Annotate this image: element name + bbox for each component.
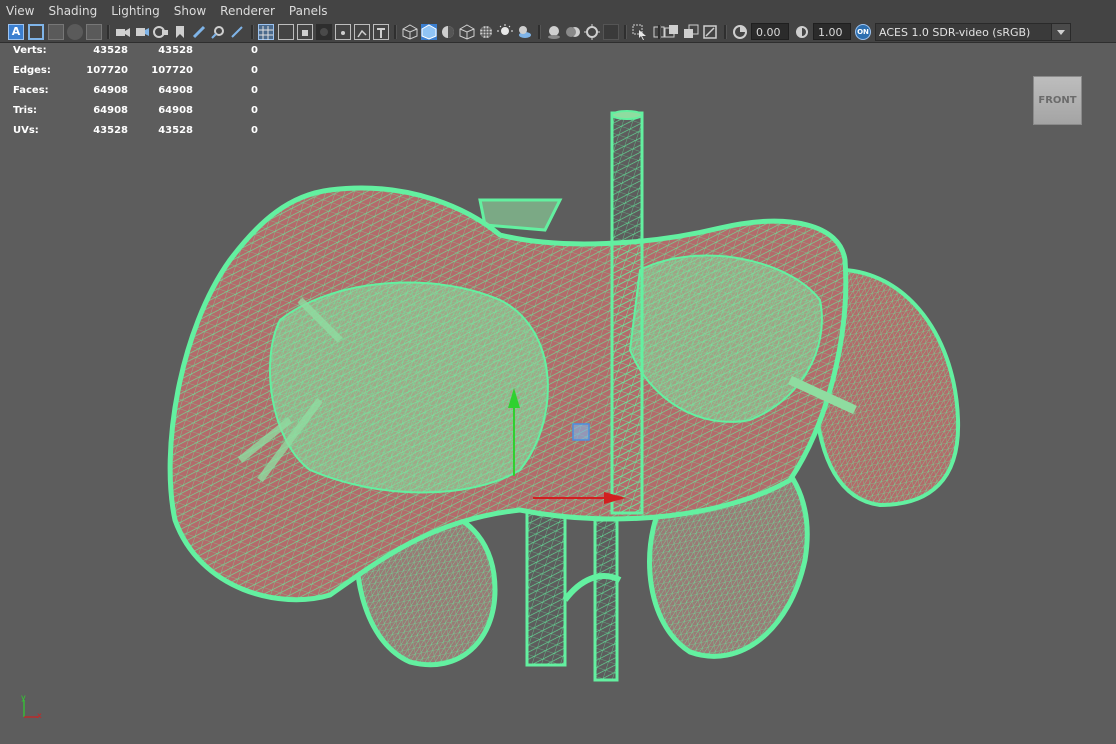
- hud-value: 0: [251, 125, 258, 136]
- color-management-icon[interactable]: ON: [855, 24, 871, 40]
- hud-row-edges: Edges: 107720 107720 0: [0, 62, 270, 82]
- select-camera-icon[interactable]: A: [8, 24, 24, 40]
- vena-cava-upper: [610, 110, 644, 515]
- 2d-pan-zoom-icon[interactable]: [86, 24, 102, 40]
- hud-value: 0: [251, 65, 258, 76]
- wireframe-on-shaded-icon[interactable]: [421, 24, 437, 40]
- camera-icon[interactable]: [115, 24, 131, 40]
- grease-pencil-icon[interactable]: [191, 24, 207, 40]
- field-chart-icon[interactable]: [335, 24, 351, 40]
- hud-value: 43528: [158, 45, 193, 56]
- gate-mask-icon[interactable]: [316, 24, 332, 40]
- resolution-gate-icon[interactable]: [297, 24, 313, 40]
- shadows-icon[interactable]: [516, 24, 532, 40]
- film-gate-toggle-icon[interactable]: [278, 24, 294, 40]
- safe-title-icon[interactable]: [373, 24, 389, 40]
- image-plane-icon[interactable]: [67, 24, 83, 40]
- default-material-icon[interactable]: [459, 24, 475, 40]
- pencil-icon[interactable]: [229, 24, 245, 40]
- hud-value: 43528: [93, 45, 128, 56]
- hud-label: Faces:: [13, 85, 49, 96]
- hud-value: 64908: [93, 105, 128, 116]
- hud-row-verts: Verts: 43528 43528 0: [0, 42, 270, 62]
- hud-row-faces: Faces: 64908 64908 0: [0, 82, 270, 102]
- grid-icon[interactable]: [258, 24, 274, 40]
- textured-icon[interactable]: [478, 24, 494, 40]
- camera-attributes-icon[interactable]: [28, 24, 44, 40]
- menu-lighting[interactable]: Lighting: [105, 0, 168, 22]
- motion-blur-icon[interactable]: [565, 24, 581, 40]
- view-transform-value: ACES 1.0 SDR-video (sRGB): [879, 26, 1031, 39]
- bookmark-icon[interactable]: [172, 24, 188, 40]
- xray-active-components-icon[interactable]: [664, 24, 680, 40]
- film-gate-icon[interactable]: [153, 24, 169, 40]
- xray-joints-icon[interactable]: [683, 24, 699, 40]
- hud-row-tris: Tris: 64908 64908 0: [0, 102, 270, 122]
- menu-show[interactable]: Show: [168, 0, 214, 22]
- hud-value: 43528: [158, 125, 193, 136]
- vena-cava-lower: [525, 508, 622, 682]
- view-cube[interactable]: FRONT: [1033, 76, 1082, 125]
- depth-of-field-icon[interactable]: [603, 24, 619, 40]
- viewport[interactable]: [0, 42, 1116, 744]
- hud-row-uvs: UVs: 43528 43528 0: [0, 122, 270, 142]
- axis-triad: [23, 700, 38, 718]
- pan-zoom-icon[interactable]: [210, 24, 226, 40]
- menu-view[interactable]: View: [0, 0, 42, 22]
- lock-camera-icon[interactable]: [134, 24, 150, 40]
- hud-value: 64908: [93, 85, 128, 96]
- exposure-icon[interactable]: [732, 24, 748, 40]
- hud-value: 64908: [158, 105, 193, 116]
- lights-icon[interactable]: [497, 24, 513, 40]
- backface-culling-icon[interactable]: [702, 24, 718, 40]
- chevron-down-icon[interactable]: [1051, 24, 1070, 40]
- view-transform-select[interactable]: ACES 1.0 SDR-video (sRGB): [875, 23, 1071, 41]
- panel-toolbar: A 0.00 1.00 ON ACES 1.0 SDR-video (sRGB): [0, 22, 1116, 43]
- hud-value: 43528: [93, 125, 128, 136]
- isolate-select-icon[interactable]: [632, 24, 648, 40]
- exposure-field[interactable]: 0.00: [751, 23, 789, 40]
- hud-value: 0: [251, 85, 258, 96]
- panel-menu-bar: View Shading Lighting Show Renderer Pane…: [0, 0, 1116, 22]
- gamma-field[interactable]: 1.00: [813, 23, 851, 40]
- ambient-occlusion-icon[interactable]: [546, 24, 562, 40]
- smooth-shade-icon[interactable]: [440, 24, 456, 40]
- hud-label: Tris:: [13, 105, 38, 116]
- wireframe-icon[interactable]: [402, 24, 418, 40]
- gamma-icon[interactable]: [794, 24, 810, 40]
- anti-alias-icon[interactable]: [584, 24, 600, 40]
- axis-y-label: y: [21, 693, 26, 702]
- menu-shading[interactable]: Shading: [42, 0, 105, 22]
- hud-value: 107720: [151, 65, 193, 76]
- bookmarks-icon[interactable]: [48, 24, 64, 40]
- hud-label: Verts:: [13, 45, 47, 56]
- hud-value: 107720: [86, 65, 128, 76]
- menu-renderer[interactable]: Renderer: [214, 0, 283, 22]
- menu-panels[interactable]: Panels: [283, 0, 336, 22]
- hud-label: UVs:: [13, 125, 39, 136]
- hud-label: Edges:: [13, 65, 51, 76]
- hud-value: 0: [251, 105, 258, 116]
- safe-action-icon[interactable]: [354, 24, 370, 40]
- hud-value: 0: [251, 45, 258, 56]
- hud-value: 64908: [158, 85, 193, 96]
- axis-x-label: x: [37, 711, 42, 720]
